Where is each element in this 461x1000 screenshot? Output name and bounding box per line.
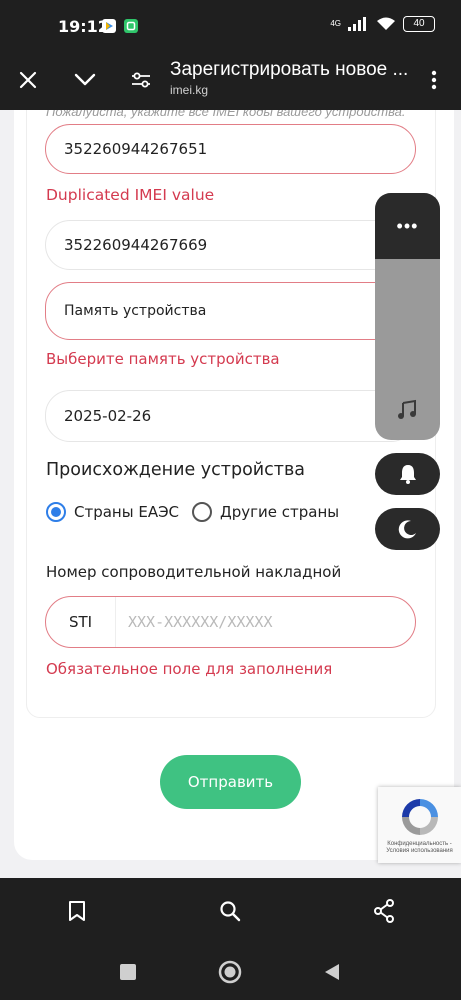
origin-option-label: Страны ЕАЭС [74,503,180,521]
imei-field-1[interactable]: 352260944267651 [45,124,416,174]
submit-button[interactable]: Отправить [160,755,301,809]
moon-icon[interactable] [375,508,440,550]
status-bar: 19:12 4G 40 [0,0,461,52]
date-field[interactable]: 2025-02-26 [45,390,416,442]
memory-select[interactable]: Память устройства [45,282,416,340]
more-horiz-icon[interactable]: ••• [375,193,440,259]
system-nav-bar [0,944,461,1000]
play-store-icon [102,19,116,33]
wifi-icon [377,17,395,30]
origin-option-eaeu[interactable]: Страны ЕАЭС [46,502,179,522]
close-icon[interactable] [10,62,46,98]
page-domain: imei.kg [170,83,209,97]
waybill-field[interactable]: STI [45,596,416,648]
share-icon[interactable] [369,896,399,926]
imei-value-1: 352260944267651 [64,140,208,158]
origin-title: Происхождение устройства [46,460,306,480]
radio-unselected-icon [192,502,212,522]
memory-error: Выберите память устройства [46,350,280,368]
date-value: 2025-02-26 [64,407,152,425]
page-title: Зарегистрировать новое ... [170,59,409,80]
back-icon[interactable] [320,960,344,984]
chevron-down-icon[interactable] [67,62,103,98]
imei-value-2: 352260944267669 [64,236,208,254]
waybill-label: Номер сопроводительной накладной [46,563,342,581]
recaptcha-links[interactable]: Конфиденциальность - Условия использован… [378,841,461,855]
imei-hint: Пожалуйста, укажите все IMEI коды вашего… [46,110,406,119]
home-icon[interactable] [218,960,242,984]
imei-error: Duplicated IMEI value [46,186,215,204]
bell-icon[interactable] [375,453,440,495]
browser-header: Зарегистрировать новое ... imei.kg [0,52,461,110]
waybill-input[interactable] [116,597,415,647]
waybill-error: Обязательное поле для заполнения [46,660,333,678]
battery-indicator: 40 [403,16,435,32]
origin-option-label: Другие страны [220,503,340,521]
radio-selected-icon [46,502,66,522]
memory-select-value: Память устройства [64,303,207,319]
app-notification-icon [124,19,138,33]
tune-icon[interactable] [123,62,159,98]
recaptcha-icon [402,799,438,835]
music-icon[interactable] [396,399,418,426]
network-type: 4G [330,19,341,28]
origin-option-other[interactable]: Другие страны [192,502,339,522]
recents-icon[interactable] [116,960,140,984]
search-icon[interactable] [215,896,245,926]
more-vert-icon[interactable] [416,62,452,98]
bookmark-icon[interactable] [62,896,92,926]
imei-field-2[interactable]: 352260944267669 [45,220,416,270]
floating-panel[interactable]: ••• [375,193,440,440]
signal-icon [348,17,366,31]
waybill-prefix: STI [46,597,116,647]
recaptcha-badge[interactable]: Конфиденциальность - Условия использован… [378,787,461,863]
bottom-toolbar [0,878,461,944]
